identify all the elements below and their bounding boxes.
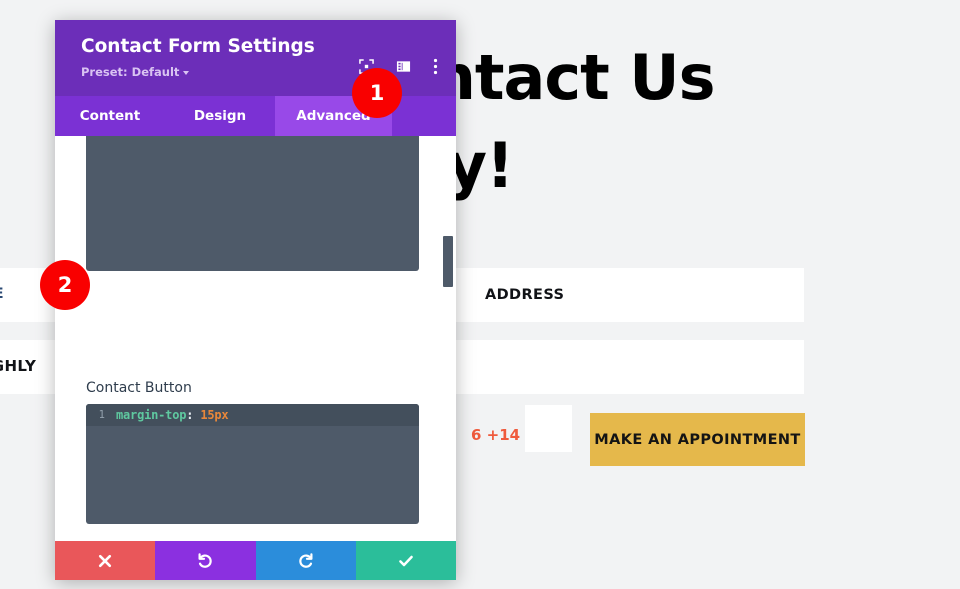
check-icon bbox=[399, 555, 413, 566]
code-line-number: 1 bbox=[98, 409, 105, 421]
css-value-token: 15px bbox=[200, 408, 229, 422]
code-line[interactable]: 1 margin-top: 15px bbox=[86, 404, 419, 426]
section-label-contact-button: Contact Button bbox=[86, 380, 192, 396]
more-vertical-icon[interactable] bbox=[433, 58, 438, 75]
modal-body: Contact Button 1 margin-top: 15px Form F… bbox=[55, 136, 456, 541]
preset-selector[interactable]: Preset: Default bbox=[81, 65, 190, 79]
field-label-address: ADDRESS bbox=[485, 287, 565, 303]
code-line-text: margin-top: 15px bbox=[116, 408, 229, 422]
redo-icon bbox=[298, 552, 313, 568]
redo-button[interactable] bbox=[255, 541, 356, 580]
callout-badge-1: 1 bbox=[352, 68, 402, 118]
background-text-fragment-e: E bbox=[0, 286, 4, 302]
modal-scrollbar-thumb[interactable] bbox=[443, 236, 453, 287]
undo-button[interactable] bbox=[155, 541, 256, 580]
chevron-down-icon bbox=[183, 71, 190, 75]
captcha-input[interactable] bbox=[525, 405, 572, 452]
modal-title: Contact Form Settings bbox=[81, 36, 315, 57]
close-icon bbox=[99, 554, 112, 567]
css-punct-token: : bbox=[186, 408, 194, 422]
undo-icon bbox=[198, 552, 213, 568]
code-editor-scrolled-top[interactable] bbox=[86, 136, 419, 271]
tab-design[interactable]: Design bbox=[165, 96, 275, 136]
css-property-token: margin-top bbox=[116, 408, 187, 422]
tab-content[interactable]: Content bbox=[55, 96, 165, 136]
preset-label: Preset: Default bbox=[81, 65, 180, 79]
cancel-button[interactable] bbox=[55, 541, 156, 580]
save-button[interactable] bbox=[355, 541, 456, 580]
modal-scrollbar-track[interactable] bbox=[443, 136, 453, 541]
background-text-fragment-roughly: OUGHLY bbox=[0, 357, 37, 375]
make-appointment-button[interactable]: MAKE AN APPOINTMENT bbox=[590, 413, 805, 466]
layout-panel-icon[interactable] bbox=[396, 59, 411, 74]
modal-footer bbox=[55, 541, 456, 580]
code-editor-contact-button[interactable]: 1 margin-top: 15px bbox=[86, 404, 419, 524]
callout-badge-2: 2 bbox=[40, 260, 90, 310]
captcha-row: 6 +14 = MAKE AN APPOINTMENT bbox=[455, 405, 835, 470]
